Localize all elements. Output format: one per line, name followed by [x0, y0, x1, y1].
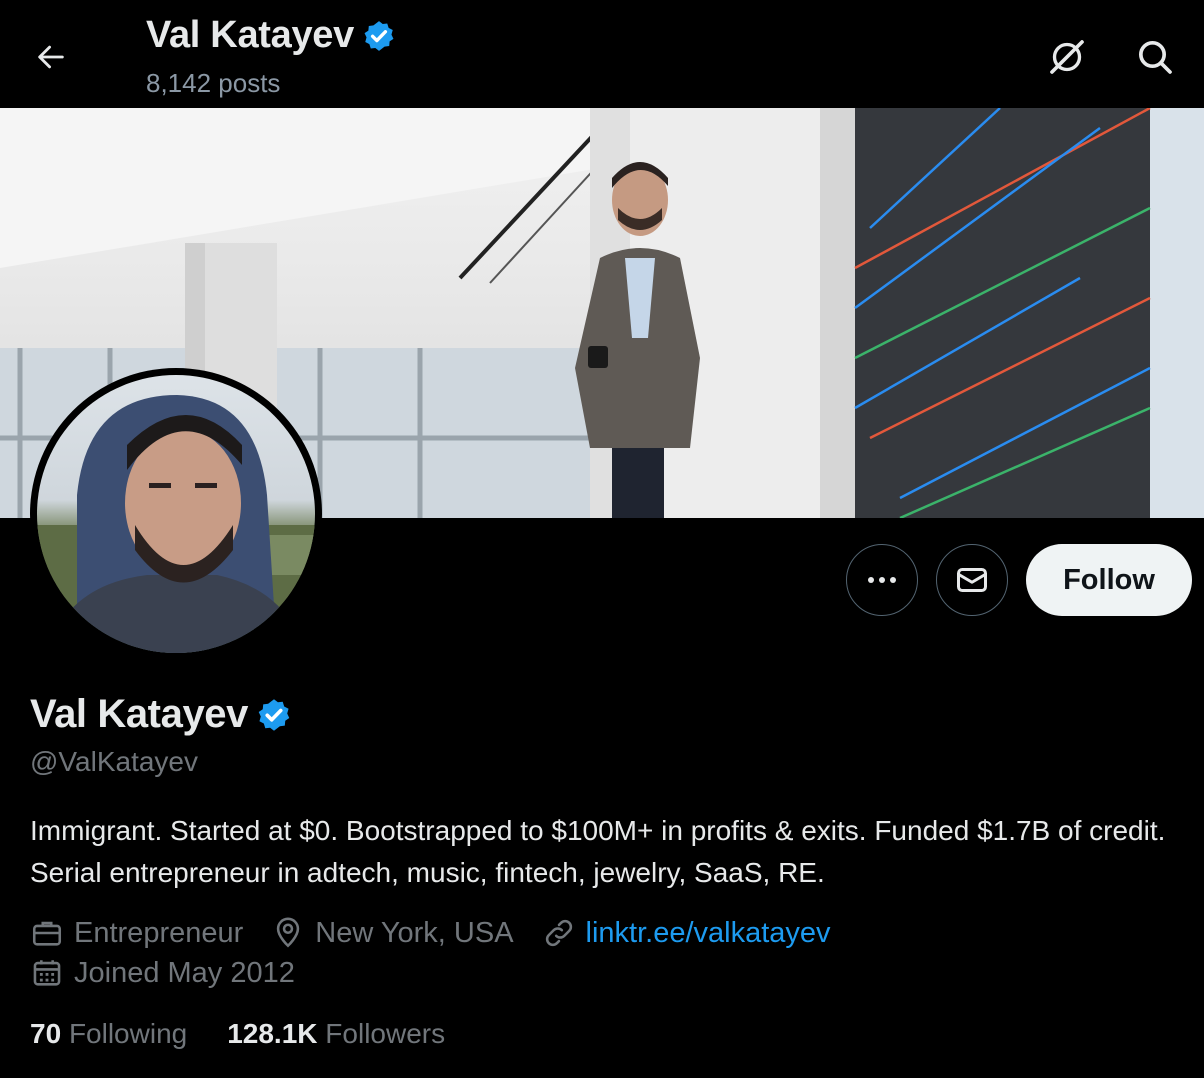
joined-item: Joined May 2012	[30, 956, 295, 990]
location-icon	[277, 917, 300, 948]
followers-stat[interactable]: 128.1K Followers	[227, 1018, 445, 1050]
profile-avatar[interactable]	[30, 368, 322, 660]
verified-icon[interactable]	[256, 697, 292, 733]
location-label: New York, USA	[315, 916, 514, 949]
more-button[interactable]	[846, 544, 918, 616]
following-label: Following	[68, 1018, 188, 1049]
back-arrow-icon	[38, 45, 64, 69]
grok-button[interactable]	[1044, 34, 1090, 80]
joined-row: Joined May 2012	[30, 956, 323, 990]
calendar-icon	[33, 960, 61, 986]
followers-count: 128.1K	[227, 1018, 318, 1049]
profession-label: Entrepreneur	[74, 916, 244, 949]
following-count: 70	[30, 1018, 62, 1049]
profile-name-row: Val Katayev	[30, 692, 292, 737]
joined-label: Joined May 2012	[74, 956, 295, 989]
search-icon	[1139, 41, 1172, 74]
profile-name: Val Katayev	[30, 692, 248, 736]
header-name: Val Katayev	[146, 14, 354, 56]
briefcase-icon	[32, 921, 62, 946]
verified-icon	[364, 20, 394, 51]
back-button[interactable]	[28, 34, 74, 80]
profile-meta-row: Entrepreneur New York, USA linktr.ee/val…	[30, 916, 859, 950]
follow-button[interactable]: Follow	[1026, 544, 1192, 616]
more-icon	[868, 577, 896, 583]
message-button[interactable]	[936, 544, 1008, 616]
top-bar: Val Katayev 8,142 posts	[0, 0, 1204, 108]
location-item: New York, USA	[271, 916, 514, 950]
website-item: linktr.ee/valkatayev	[542, 916, 831, 950]
profession-item: Entrepreneur	[30, 916, 243, 950]
website-link[interactable]: linktr.ee/valkatayev	[586, 917, 831, 950]
grok-icon	[1050, 40, 1084, 74]
message-icon	[957, 568, 987, 592]
link-icon	[545, 919, 572, 947]
header-title: Val Katayev	[146, 14, 396, 57]
search-button[interactable]	[1132, 34, 1178, 80]
avatar-image	[37, 375, 315, 653]
posts-count: 8,142 posts	[146, 68, 281, 98]
followers-label: Followers	[325, 1018, 446, 1049]
follow-stats: 70 Following 128.1K Followers	[30, 1018, 485, 1050]
profile-bio: Immigrant. Started at $0. Bootstrapped t…	[30, 815, 1166, 888]
following-stat[interactable]: 70 Following	[30, 1018, 187, 1050]
profile-handle: @ValKatayev	[30, 746, 198, 777]
